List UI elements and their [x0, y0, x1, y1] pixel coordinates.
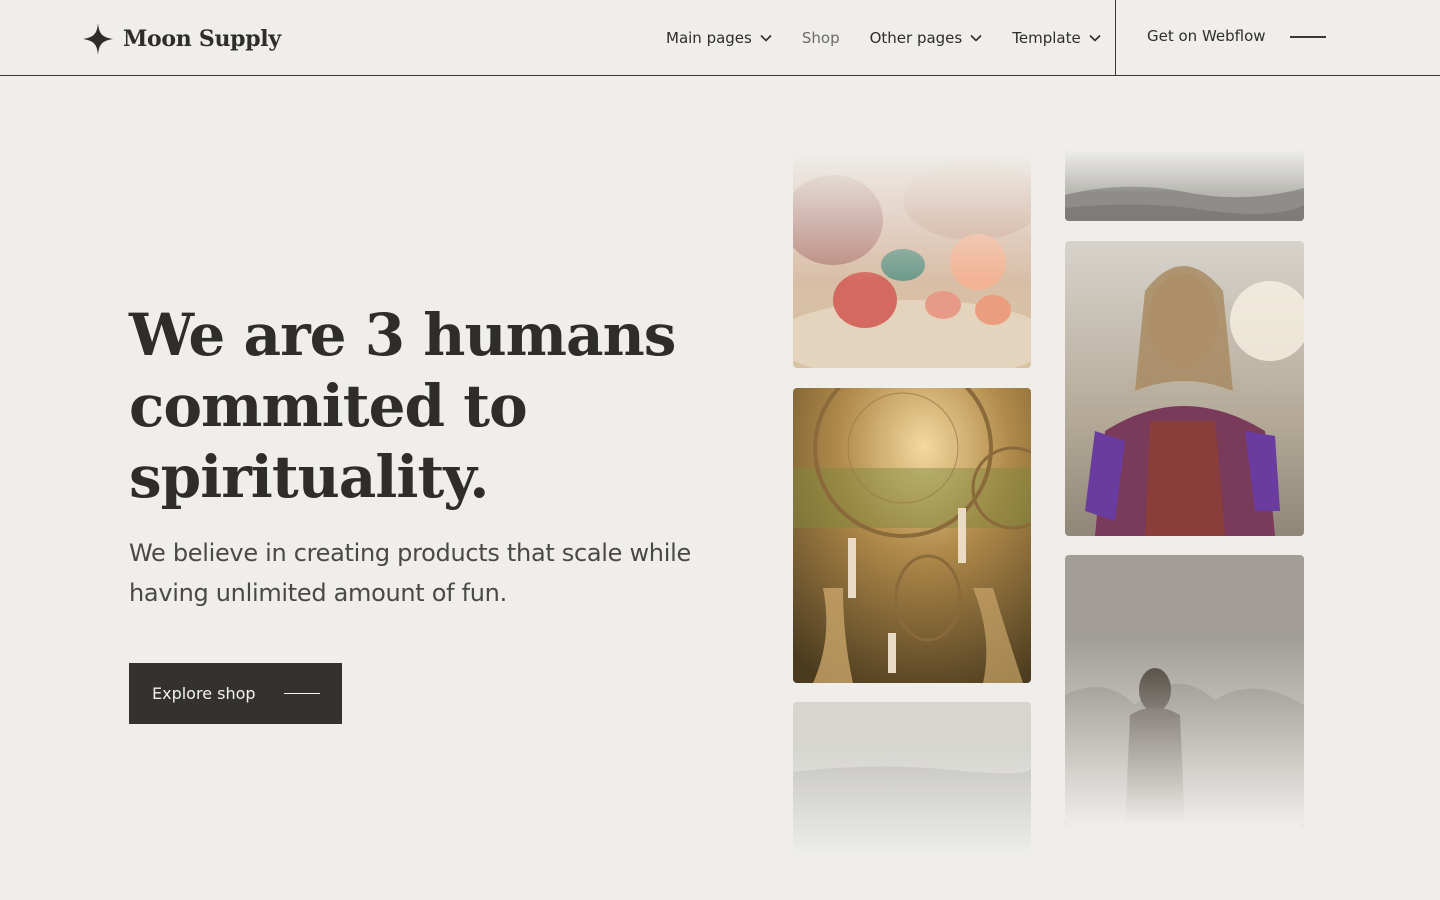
arrow-line-icon: [284, 693, 320, 694]
line-menu-icon[interactable]: [1290, 36, 1326, 38]
hero-title: We are 3 humans commited to spirituality…: [129, 300, 729, 513]
chevron-down-icon: [970, 34, 982, 42]
chevron-down-icon: [1089, 34, 1101, 42]
hero-subtitle: We believe in creating products that sca…: [129, 539, 691, 607]
nav-item-label: Template: [1012, 29, 1081, 47]
navbar: Moon Supply Main pages Shop Other pages …: [0, 0, 1440, 76]
nav-item-shop[interactable]: Shop: [802, 29, 840, 47]
nav-menu: Main pages Shop Other pages Template: [666, 26, 1101, 50]
chevron-down-icon: [760, 34, 772, 42]
nav-item-other-pages[interactable]: Other pages: [870, 29, 983, 47]
nav-item-label: Main pages: [666, 29, 752, 47]
woman-mountains-photo: [1065, 555, 1304, 826]
brand-name: Moon Supply: [123, 26, 281, 52]
hero-title-line: spirituality.: [129, 443, 489, 511]
get-on-webflow-link[interactable]: Get on Webflow: [1147, 27, 1266, 45]
misty-landscape-photo: [793, 702, 1031, 857]
four-point-star-icon: [83, 23, 113, 55]
hero-title-line: We are 3 humans: [129, 301, 676, 369]
button-label: Explore shop: [152, 684, 256, 703]
nav-item-template[interactable]: Template: [1012, 29, 1101, 47]
crystals-photo: [793, 150, 1031, 368]
nav-item-label: Other pages: [869, 29, 963, 47]
nav-item-label: Shop: [801, 29, 840, 47]
nav-item-main-pages[interactable]: Main pages: [666, 29, 772, 47]
hero-title-line: commited to: [129, 372, 528, 440]
dreamcatcher-photo: [793, 388, 1031, 683]
landscape-photo-top: [1065, 150, 1304, 221]
nav-divider: [1115, 0, 1116, 76]
woman-with-feather-photo: [1065, 241, 1304, 536]
brand-link[interactable]: Moon Supply: [83, 21, 281, 57]
explore-shop-button[interactable]: Explore shop: [129, 663, 342, 724]
